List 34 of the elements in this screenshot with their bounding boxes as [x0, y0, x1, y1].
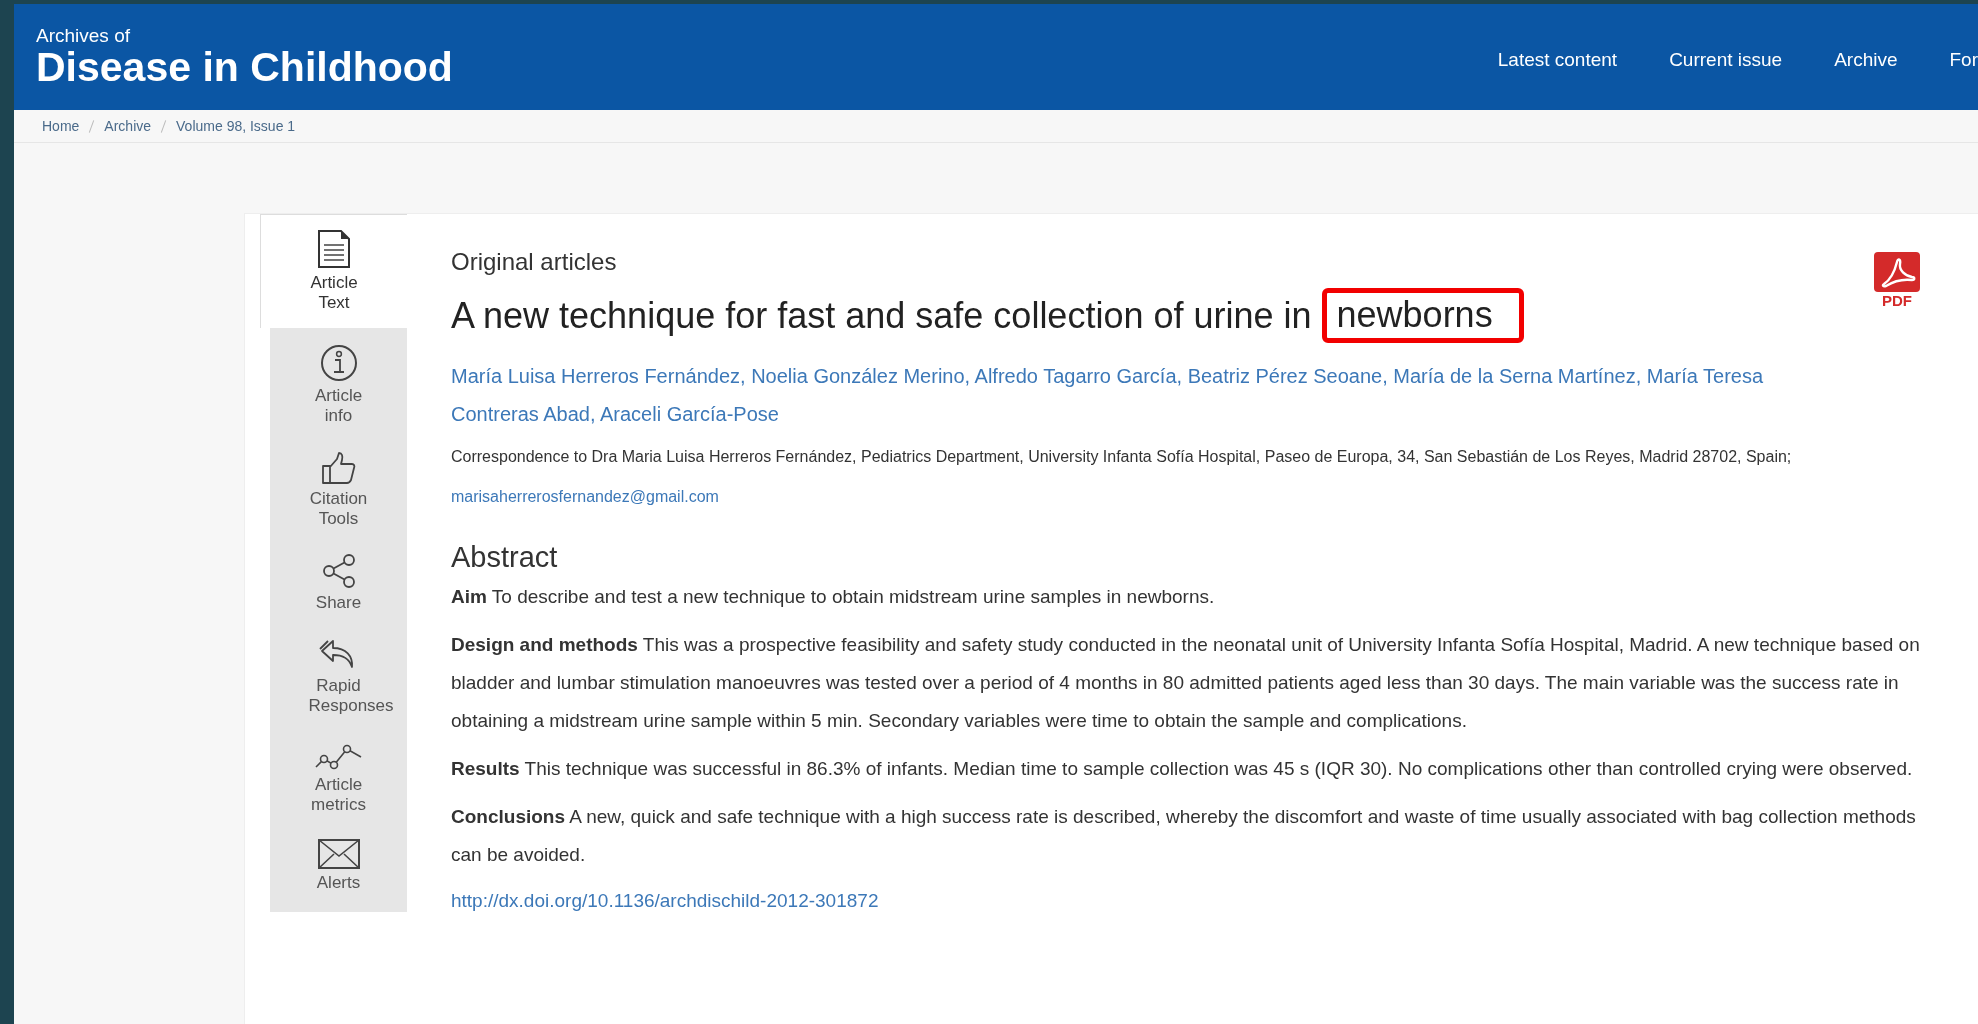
sidebar-tab[interactable]: Article metrics	[270, 726, 407, 826]
sidebar-tab[interactable]: Citation Tools	[270, 436, 407, 540]
section-label: Original articles	[451, 248, 618, 276]
author-links[interactable]: María Luisa Herreros Fernández, Noelia González Merino, Alfredo Tagarro García, Beatriz Pérez Seoane, María de la Serna Martínez, María Teresa Contreras Abad, Araceli García-Pose	[451, 357, 1841, 433]
document-icon	[317, 229, 351, 269]
sidebar-tab[interactable]: Rapid Responses	[270, 623, 407, 727]
breadcrumb-link[interactable]: Archive	[104, 118, 152, 134]
abstract-paragraph: Conclusions A new, quick and safe technique with a high success rate is described, whereby the discomfort and waste of time usually associated with bag collection methods can be avoided.	[451, 805, 1917, 867]
correspondence-text: Correspondence to Dra Maria Luisa Herreros Fernández, Pediatrics Department, University Infanta Sofía Hospital, Paseo de Europa, 34, San Sebastián de Los Reyes, Madrid 28702, Spain; marisaherrerosfernandez@gmail.com	[451, 447, 1793, 507]
pdf-icon	[1874, 252, 1920, 292]
nav-link[interactable]: Archive	[1834, 49, 1898, 71]
abstract-paragraph: Results This technique was successful in 86.3% of infants. Median time to sample collection was 45 s (IQR 30). No complications other than controlled crying were observed.	[451, 757, 1914, 781]
pdf-download-link[interactable]: PDF	[1874, 252, 1920, 309]
breadcrumb-link[interactable]: Volume 98, Issue 1	[176, 118, 296, 134]
abstract-paragraph: Design and methods This was a prospective feasibility and safety study conducted in the neonatal unit of University Infanta Sofía Hospital, Madrid. A new technique based on bladder and lumbar stimulation manoeuvres was tested over a period of 4 months in 80 admitted patients aged less than 30 days. The main variable was the success rate in obtaining a midstream urine sample within 5 min. Secondary variables were time to obtain the sample and complications.	[451, 633, 1921, 733]
email-link[interactable]: marisaherrerosfernandez@gmail.com	[451, 488, 719, 505]
envelope-icon	[317, 839, 360, 870]
sidebar-tab[interactable]: Article info	[270, 329, 407, 437]
nav-link[interactable]: For	[1949, 49, 1978, 71]
info-icon	[319, 343, 358, 382]
article-title: A new technique for fast and safe collection of urine in	[451, 294, 1312, 337]
abstract-heading: Abstract	[451, 541, 559, 574]
nav-link[interactable]: Current issue	[1669, 49, 1783, 71]
highlight-box: newborns	[1321, 288, 1524, 343]
sidebar-tab[interactable]: Share	[270, 539, 407, 624]
sidebar-tab[interactable]: Alerts	[270, 825, 407, 904]
abstract-paragraph: Aim To describe and test a new technique to obtain midstream urine samples in newborns.	[451, 585, 1216, 609]
breadcrumb-link[interactable]: Home	[42, 118, 80, 134]
share-icon	[320, 553, 357, 590]
nav-link[interactable]: Latest content	[1497, 49, 1618, 71]
doi-link[interactable]: http://dx.doi.org/10.1136/archdischild-2012-301872	[451, 890, 879, 912]
thumbs-up-icon	[320, 450, 357, 485]
journal-logo[interactable]: Archives of Disease in Childhood	[36, 26, 453, 88]
sidebar-tab[interactable]: Article Text	[260, 214, 407, 328]
